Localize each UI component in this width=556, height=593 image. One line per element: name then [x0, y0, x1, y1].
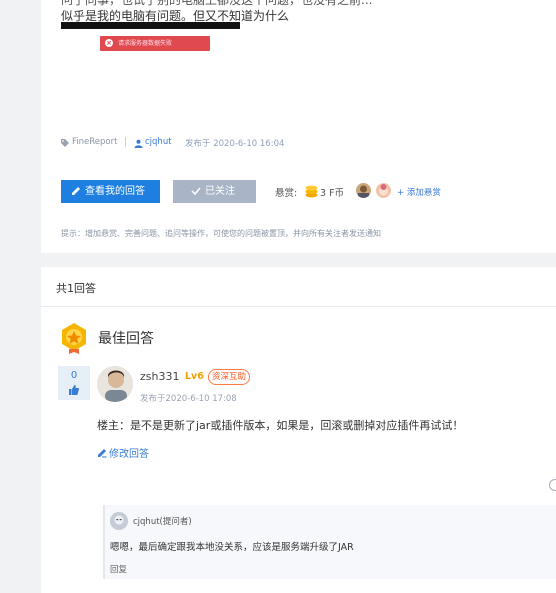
vote-count: 0	[70, 370, 78, 381]
divider	[125, 137, 126, 147]
edit-answer-label: 修改回答	[109, 449, 149, 460]
edit-answer-link[interactable]: 修改回答	[97, 445, 149, 460]
bounty-user-avatar[interactable]	[356, 183, 371, 198]
comment-text: 嗯嗯，最后确定跟我本地没关系，应该是服务端升级了JAR	[110, 542, 354, 553]
upvote-button[interactable]: 0	[58, 366, 90, 400]
commenter-avatar[interactable]	[110, 512, 128, 530]
info-circle-icon[interactable]	[549, 479, 556, 491]
user-face-icon	[110, 512, 128, 530]
user-face-icon	[97, 366, 133, 402]
answer-time: 发布于2020-6-10 17:08	[140, 394, 237, 404]
close-circle-icon: ×	[105, 39, 113, 47]
tag-icon	[61, 139, 69, 147]
answerer-name-link[interactable]: zsh331	[140, 370, 179, 383]
followed-button[interactable]: 已关注	[173, 180, 256, 203]
question-post-time: 发布于 2020-6-10 16:04	[185, 139, 285, 149]
error-image-text: 请求服务器数据失败	[118, 40, 173, 47]
hint-text: 提示：增加悬赏、完善问题、追问等操作，可使您的问题被置顶，并向所有关注者发送通知	[61, 229, 381, 238]
answerer-avatar[interactable]	[97, 366, 133, 402]
question-author-link[interactable]: cjqhut	[145, 137, 172, 147]
best-answer-medal-icon	[62, 323, 86, 354]
question-tag[interactable]: FineReport	[72, 137, 117, 147]
bounty-amount: 3 F币	[320, 188, 345, 199]
check-icon	[191, 187, 201, 196]
redacted-bar	[61, 22, 240, 29]
followed-label: 已关注	[205, 186, 235, 197]
edit-icon	[72, 187, 80, 195]
user-face-icon	[379, 184, 388, 196]
best-answer-title: 最佳回答	[98, 331, 154, 347]
view-my-answer-label: 查看我的回答	[85, 186, 145, 197]
answer-body: 楼主：是不是更新了jar或插件版本，如果是，回滚或删掉对应插件再试试！	[97, 419, 464, 432]
answerer-level: Lv6	[185, 371, 204, 382]
commenter-name[interactable]: cjqhut(提问者)	[133, 515, 192, 527]
user-icon	[134, 139, 143, 148]
view-my-answer-button[interactable]: 查看我的回答	[61, 180, 160, 203]
add-bounty-link[interactable]: + 添加悬赏	[397, 186, 441, 198]
edit-icon	[98, 449, 107, 458]
coin-stack-icon	[305, 185, 318, 198]
bounty-user-avatar[interactable]	[376, 183, 391, 198]
bounty-label: 悬赏:	[275, 188, 298, 199]
thumbs-up-icon	[69, 385, 79, 395]
divider	[41, 306, 556, 307]
answerer-badge: 资深互助	[208, 369, 251, 385]
user-face-icon	[358, 185, 369, 198]
error-screenshot-image[interactable]: × 请求服务器数据失败	[100, 36, 210, 51]
answers-count: 共1回答	[56, 282, 96, 295]
reply-link[interactable]: 回复	[110, 563, 127, 575]
